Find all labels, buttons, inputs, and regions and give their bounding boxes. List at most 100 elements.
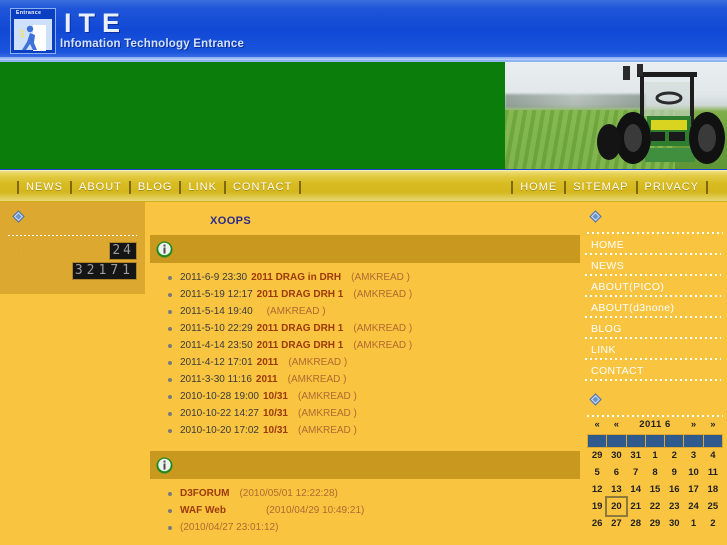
calendar-day[interactable]: 29: [588, 447, 607, 464]
news-item[interactable]: 2011-5-19 12:17 2011 DRAG DRH 1 (AMKREAD ): [166, 286, 580, 303]
calendar-day[interactable]: 26: [588, 515, 607, 532]
calendar-day[interactable]: 28: [626, 515, 645, 532]
nav-item-blog[interactable]: BLOG: [138, 181, 173, 193]
sidebar-item-home[interactable]: HOME: [585, 234, 727, 255]
calendar-day[interactable]: 13: [607, 481, 626, 498]
calendar-day[interactable]: 1: [645, 447, 664, 464]
nav-item-privacy[interactable]: PRIVACY: [645, 181, 699, 193]
calendar-next-month-button[interactable]: »: [684, 417, 703, 434]
news-title[interactable]: 2011 DRAG DRH 1: [257, 289, 344, 300]
calendar-day[interactable]: 24: [684, 498, 703, 515]
calendar-day[interactable]: 9: [665, 464, 684, 481]
calendar-day[interactable]: 27: [607, 515, 626, 532]
nav-divider: [223, 180, 226, 194]
site-logo[interactable]: Entrance: [10, 8, 56, 54]
nav-divider: [706, 180, 708, 194]
recent-title[interactable]: WAF Web: [180, 505, 226, 516]
calendar-day[interactable]: 29: [645, 515, 664, 532]
calendar-day[interactable]: 11: [703, 464, 722, 481]
news-title[interactable]: 2011: [257, 357, 279, 368]
calendar-day[interactable]: 31: [626, 447, 645, 464]
calendar-day[interactable]: 21: [626, 498, 645, 515]
calendar-day[interactable]: 5: [588, 464, 607, 481]
news-title[interactable]: 10/31: [263, 408, 288, 419]
block-divider: [8, 235, 137, 236]
sidebar-item-news[interactable]: NEWS: [585, 255, 727, 276]
nav-item-home[interactable]: HOME: [520, 181, 557, 193]
site-header: Entrance ITE Infomation Technology Entra…: [0, 0, 727, 62]
news-item[interactable]: 2010-10-20 17:02 10/31 (AMKREAD ): [166, 422, 580, 439]
calendar-day[interactable]: 25: [703, 498, 722, 515]
sidebar-item-about-pico[interactable]: ABOUT(PICO): [585, 276, 727, 297]
calendar-day[interactable]: 8: [645, 464, 664, 481]
news-date: 2011-5-10 22:29: [180, 323, 253, 334]
sidebar-menu: HOME NEWS ABOUT(PICO) ABOUT(d3none) BLOG…: [585, 234, 727, 381]
news-item[interactable]: 2011-3-30 11:16 2011 (AMKREAD ): [166, 371, 580, 388]
counter-total-row: : 32171: [8, 261, 137, 280]
nav-item-link[interactable]: LINK: [188, 181, 216, 193]
calendar-day[interactable]: 22: [645, 498, 664, 515]
nav-item-news[interactable]: NEWS: [26, 181, 63, 193]
nav-item-contact[interactable]: CONTACT: [233, 181, 292, 193]
calendar-prev-month-button[interactable]: «: [607, 417, 626, 434]
news-title[interactable]: 10/31: [263, 425, 288, 436]
list-item[interactable]: WAF Web (2010/04/29 10:49:21): [166, 502, 580, 519]
calendar-day[interactable]: 1: [684, 515, 703, 532]
news-title[interactable]: 10/31: [263, 391, 288, 402]
news-item[interactable]: 2011-4-12 17:01 2011 (AMKREAD ): [166, 354, 580, 371]
main-column: XOOPS 2011-6-9 23:30 2011 DRAG in DRH (AMK…: [150, 202, 580, 545]
news-meta: (AMKREAD ): [353, 340, 413, 351]
nav-item-sitemap[interactable]: SITEMAP: [573, 181, 628, 193]
calendar-dow-fri: [683, 433, 704, 448]
calendar-prev-year-button[interactable]: «: [588, 417, 607, 434]
news-title[interactable]: 2011 DRAG in DRH: [251, 272, 341, 283]
news-title[interactable]: 2011 DRAG DRH 1: [257, 323, 344, 334]
sidebar-item-blog[interactable]: BLOG: [585, 318, 727, 339]
calendar-day[interactable]: 14: [626, 481, 645, 498]
news-item[interactable]: 2011-5-10 22:29 2011 DRAG DRH 1 (AMKREAD ): [166, 320, 580, 337]
news-item[interactable]: 2011-4-14 23:50 2011 DRAG DRH 1 (AMKREAD ): [166, 337, 580, 354]
news-item[interactable]: 2011-5-14 19:40 (AMKREAD ): [166, 303, 580, 320]
news-title[interactable]: 2011 DRAG DRH 1: [257, 340, 344, 351]
nav-item-about[interactable]: ABOUT: [79, 181, 122, 193]
calendar-day[interactable]: 19: [588, 498, 607, 515]
calendar-day[interactable]: 4: [703, 447, 722, 464]
banner-green-panel: [0, 62, 505, 169]
calendar-day[interactable]: 12: [588, 481, 607, 498]
calendar-day[interactable]: 17: [684, 481, 703, 498]
sidebar-item-about-d3none[interactable]: ABOUT(d3none): [585, 297, 727, 318]
list-item[interactable]: (2010/04/27 23:01:12): [166, 519, 580, 536]
calendar-day[interactable]: 30: [607, 447, 626, 464]
news-date: 2011-6-9 23:30: [180, 272, 248, 283]
calendar-day[interactable]: 7: [626, 464, 645, 481]
calendar-day[interactable]: 16: [665, 481, 684, 498]
calendar-next-year-button[interactable]: »: [703, 417, 722, 434]
news-title[interactable]: 2011: [256, 374, 278, 385]
news-item[interactable]: 2010-10-28 19:00 10/31 (AMKREAD ): [166, 388, 580, 405]
calendar-day[interactable]: 2: [703, 515, 722, 532]
calendar-day[interactable]: 10: [684, 464, 703, 481]
news-item[interactable]: 2011-6-9 23:30 2011 DRAG in DRH (AMKREAD ): [166, 269, 580, 286]
calendar-day[interactable]: 3: [684, 447, 703, 464]
calendar-dow-wed: [644, 433, 666, 448]
list-item[interactable]: D3FORUM (2010/05/01 12:22:28): [166, 485, 580, 502]
calendar-day[interactable]: 18: [703, 481, 722, 498]
calendar-dow-sat: [702, 433, 724, 448]
calendar-day[interactable]: 2: [665, 447, 684, 464]
calendar-day-today[interactable]: 20: [604, 496, 629, 517]
nav-divider: [128, 180, 131, 194]
sidebar-item-link[interactable]: LINK: [585, 339, 727, 360]
sidebar-item-contact[interactable]: CONTACT: [585, 360, 727, 381]
news-item[interactable]: 2010-10-22 14:27 10/31 (AMKREAD ): [166, 405, 580, 422]
news-meta: (AMKREAD ): [288, 357, 348, 368]
nav-divider: [299, 180, 302, 194]
counter-total-value: 32171: [71, 261, 137, 280]
news-date: 2011-3-30 11:16: [180, 374, 252, 385]
calendar-day[interactable]: 23: [665, 498, 684, 515]
calendar-day[interactable]: 30: [665, 515, 684, 532]
calendar-day[interactable]: 6: [607, 464, 626, 481]
recent-title[interactable]: D3FORUM: [180, 488, 229, 499]
calendar-nav-row: « « 2011 6 » »: [588, 417, 723, 434]
info-icon: [156, 457, 173, 473]
calendar-day[interactable]: 15: [645, 481, 664, 498]
